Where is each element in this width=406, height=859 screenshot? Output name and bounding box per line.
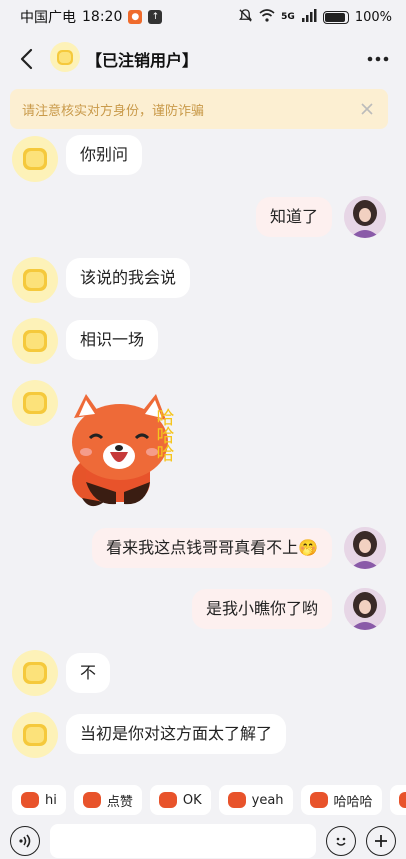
input-bar [0, 822, 406, 859]
smile-icon [336, 837, 346, 846]
bot-avatar[interactable] [12, 380, 58, 426]
more-button[interactable] [362, 45, 394, 73]
quick-reply-label: hi [45, 792, 57, 808]
quick-reply-chip[interactable]: 点赞 [73, 785, 142, 815]
bot-avatar[interactable] [12, 650, 58, 696]
message-bubble[interactable]: 不 [66, 653, 111, 693]
user-avatar[interactable] [344, 196, 386, 238]
bot-avatar[interactable] [12, 318, 58, 364]
sticker-text: 哈哈哈 [154, 408, 175, 462]
red-panda-icon [82, 792, 101, 808]
message-bubble[interactable]: 知道了 [255, 197, 332, 237]
quick-reply-bar: hi 点赞 OK yeah 哈哈哈 [0, 780, 406, 820]
network-type: 5G [281, 12, 295, 22]
red-panda-icon [21, 792, 39, 808]
quick-reply-label: 哈哈哈 [333, 794, 373, 810]
close-icon [361, 103, 373, 115]
message-bubble[interactable]: 该说的我会说 [66, 258, 191, 298]
red-panda-icon [227, 792, 246, 808]
fraud-warning-text: 请注意核实对方身份，谨防诈骗 [22, 103, 205, 119]
clock-text: 18:20 [82, 9, 123, 25]
red-panda-icon [398, 792, 406, 808]
fraud-warning-banner: 请注意核实对方身份，谨防诈骗 [10, 89, 388, 129]
quick-reply-label: 点赞 [106, 794, 133, 810]
carrier-text: 中国广电 [20, 10, 76, 26]
chat-title: 【已注销用户】 [86, 51, 199, 70]
upload-notification-icon: ↑ [148, 10, 163, 24]
red-panda-sticker[interactable]: 哈哈哈 [64, 386, 194, 514]
mute-icon [238, 8, 253, 27]
red-panda-icon [158, 792, 177, 808]
battery-icon [322, 10, 349, 24]
user-avatar[interactable] [344, 527, 386, 569]
bot-avatar[interactable] [12, 257, 58, 303]
quick-reply-chip[interactable]: OK [149, 785, 211, 815]
voice-button[interactable] [10, 825, 40, 856]
message-input[interactable] [50, 823, 316, 858]
wifi-icon [259, 8, 275, 26]
bot-avatar[interactable] [12, 136, 58, 182]
message-bubble[interactable]: 是我小瞧你了哟 [191, 589, 332, 629]
battery-text: 100% [354, 9, 392, 25]
red-panda-icon [309, 792, 328, 808]
plus-icon [375, 834, 387, 847]
quick-reply-chip[interactable] [389, 785, 406, 815]
user-avatar[interactable] [344, 588, 386, 630]
voice-icon [19, 833, 31, 848]
contact-avatar[interactable] [50, 42, 80, 76]
status-bar: 中国广电 18:20 ● ↑ 5G 100% [0, 0, 406, 34]
quick-reply-label: OK [182, 792, 202, 808]
signal-icon [301, 8, 317, 26]
add-button[interactable] [366, 825, 396, 856]
close-banner-button[interactable] [358, 100, 376, 118]
back-button[interactable] [12, 45, 40, 73]
bot-avatar[interactable] [12, 712, 58, 758]
app-notification-icon: ● [128, 10, 143, 24]
message-bubble[interactable]: 当初是你对这方面太了解了 [66, 714, 287, 754]
more-dots-icon [367, 56, 389, 62]
quick-reply-label: yeah [251, 792, 284, 808]
message-bubble[interactable]: 相识一场 [66, 320, 159, 360]
chat-header: 【已注销用户】 [0, 34, 406, 84]
quick-reply-chip[interactable]: hi [12, 785, 66, 815]
quick-reply-chip[interactable]: yeah [218, 785, 293, 815]
message-bubble[interactable]: 你别问 [66, 135, 143, 175]
message-bubble[interactable]: 看来我这点钱哥哥真看不上🤭 [92, 528, 332, 568]
chevron-left-icon [20, 48, 33, 70]
quick-reply-chip[interactable]: 哈哈哈 [300, 785, 382, 815]
emoji-button[interactable] [326, 825, 356, 856]
